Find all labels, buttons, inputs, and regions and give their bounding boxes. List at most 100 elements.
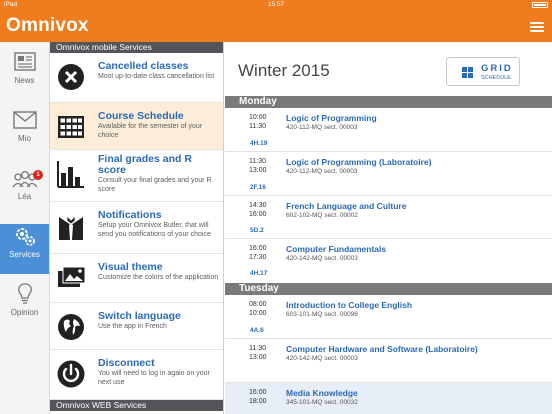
service-course-schedule[interactable]: Course Schedule Available for the semest… (50, 103, 223, 150)
course-section: 345-101-MQ sect. 00032 (286, 399, 358, 406)
course-start-time: 10:00 (249, 114, 267, 121)
service-switch-language[interactable]: Switch language Use the app in French (50, 303, 223, 350)
course-name: Logic of Programming (Laboratoire) (286, 157, 432, 167)
course-start-time: 16:00 (249, 389, 267, 396)
service-title: Final grades and R score (98, 153, 192, 176)
service-desc: Most up-to-date class cancellation list (98, 73, 215, 80)
course-section: 420-112-MQ sect. 00003 (286, 124, 358, 131)
grid-button-label: GRID (481, 63, 513, 74)
grid-icon (462, 67, 473, 78)
course-start-time: 11:30 (249, 345, 266, 352)
nav-label-opinion: Opinion (10, 308, 39, 317)
grid-schedule-button[interactable]: GRID SCHEDULE (446, 57, 520, 86)
services-panel: Omnivox mobile Services Cancelled classe… (50, 42, 224, 414)
course-room: 4H.19 (250, 140, 268, 147)
grid-button-sublabel: SCHEDULE (481, 75, 511, 81)
service-title: Visual theme (98, 261, 163, 273)
nav-item-mio[interactable]: Mio (0, 108, 49, 158)
nav-label-services: Services (9, 250, 40, 259)
service-desc: Consult your final grades and your R sco… (98, 177, 212, 193)
course-end-time: 13:00 (249, 354, 267, 361)
picture-icon (58, 266, 86, 287)
clock: 15:57 (267, 1, 285, 8)
course-row[interactable]: 11:30 13:00 Computer Hardware and Softwa… (225, 339, 552, 383)
nav-item-news[interactable]: News (0, 50, 49, 100)
course-name: Media Knowledge (286, 388, 358, 398)
course-end-time: 10:00 (249, 310, 267, 317)
globe-icon (58, 314, 84, 340)
nav-item-lea[interactable]: 1 Léa (0, 166, 49, 216)
course-section: 420-112-MQ sect. 00003 (286, 168, 358, 175)
course-name: Computer Hardware and Software (Laborato… (286, 344, 478, 354)
services-icon (15, 228, 35, 246)
course-row[interactable]: 10:00 11:30 4H.19 Logic of Programming 4… (225, 108, 552, 152)
left-nav: News Mio 1 Léa Services Opinion (0, 42, 50, 414)
nav-label-mio: Mio (18, 134, 31, 143)
course-section: 420-142-MQ sect. 00003 (286, 355, 358, 362)
course-row[interactable]: 08:00 10:00 4A.6 Introduction to College… (225, 295, 552, 339)
service-visual-theme[interactable]: Visual theme Customize the colors of the… (50, 254, 223, 303)
schedule-grid-icon (58, 116, 84, 138)
hamburger-menu-icon[interactable] (530, 22, 544, 32)
course-end-time: 11:30 (249, 123, 266, 130)
service-cancelled-classes[interactable]: Cancelled classes Most up-to-date class … (50, 53, 223, 103)
nav-label-lea: Léa (17, 192, 32, 201)
service-title: Course Schedule (98, 110, 184, 122)
app-bar: Omnivox (0, 10, 552, 42)
course-end-time: 17:30 (249, 254, 267, 261)
web-services-header: Omnivox WEB Services (50, 400, 223, 411)
schedule-panel: Winter 2015 GRID SCHEDULE Monday 10:00 1… (225, 42, 552, 414)
service-title: Cancelled classes (98, 60, 189, 72)
cancel-icon (58, 64, 84, 90)
mobile-services-header: Omnivox mobile Services (50, 42, 223, 53)
service-notifications[interactable]: Notifications Setup your Omnivox Butler,… (50, 202, 223, 254)
service-desc: Customize the colors of the application (98, 274, 219, 281)
course-row[interactable]: 16:00 18:00 Media Knowledge 345-101-MQ s… (225, 383, 552, 414)
semester-title: Winter 2015 (238, 61, 330, 80)
course-start-time: 08:00 (249, 301, 267, 308)
service-disconnect[interactable]: Disconnect You will need to log in again… (50, 350, 223, 400)
nav-item-opinion[interactable]: Opinion (0, 282, 49, 332)
course-name: Introduction to College English (286, 300, 413, 310)
nav-label-news: News (14, 76, 35, 85)
course-name: Computer Fundamentals (286, 244, 387, 254)
course-room: 4A.6 (250, 327, 264, 334)
course-start-time: 11:30 (249, 158, 266, 165)
status-bar: iPad 15:57 (0, 0, 552, 10)
course-room: 2F.16 (250, 184, 266, 191)
course-name: French Language and Culture (286, 201, 407, 211)
battery-icon (532, 2, 548, 8)
service-desc: Use the app in French (98, 323, 167, 330)
power-icon (57, 360, 85, 388)
service-title: Notifications (98, 209, 162, 221)
service-title: Disconnect (98, 357, 155, 369)
news-icon (13, 52, 36, 71)
day-header-tuesday: Tuesday (225, 283, 552, 295)
butler-icon (59, 215, 83, 240)
mail-icon (12, 111, 37, 129)
lightbulb-icon (17, 283, 32, 304)
nav-item-services[interactable]: Services (0, 224, 49, 274)
service-desc: Setup your Omnivox Butler, that will sen… (98, 222, 211, 238)
course-start-time: 14:30 (249, 202, 267, 209)
course-end-time: 13:00 (249, 167, 267, 174)
course-section: 603-101-MQ sect. 00096 (286, 311, 358, 318)
app-title: Omnivox (6, 15, 89, 36)
course-row[interactable]: 16:00 17:30 4H.17 Computer Fundamentals … (225, 239, 552, 282)
service-final-grades[interactable]: Final grades and R score Consult your fi… (50, 150, 223, 202)
service-title: Switch language (98, 310, 181, 322)
course-start-time: 16:00 (249, 245, 267, 252)
course-room: 4H.17 (250, 270, 268, 277)
course-end-time: 16:00 (249, 211, 267, 218)
bar-chart-icon (57, 161, 84, 188)
day-header-monday: Monday (225, 96, 552, 108)
course-section: 420-142-MQ sect. 00003 (286, 255, 358, 262)
course-row[interactable]: 11:30 13:00 2F.16 Logic of Programming (… (225, 152, 552, 196)
course-end-time: 18:00 (249, 398, 267, 405)
service-desc: Available for the semester of your choic… (98, 123, 203, 139)
course-section: 602-102-MQ sect. 00002 (286, 212, 358, 219)
course-room: 5D.2 (250, 227, 264, 234)
course-row[interactable]: 14:30 16:00 5D.2 French Language and Cul… (225, 196, 552, 239)
service-desc: You will need to log in again on your ne… (98, 370, 210, 386)
course-name: Logic of Programming (286, 113, 377, 123)
